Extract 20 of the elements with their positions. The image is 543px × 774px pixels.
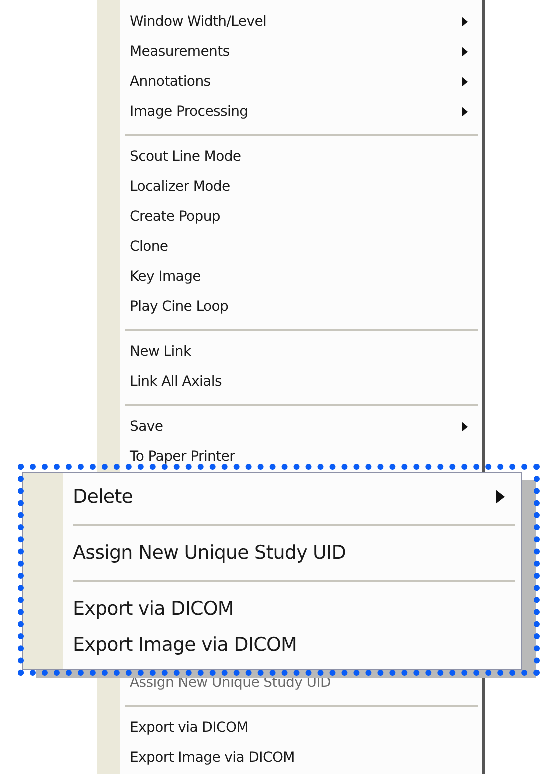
menu-item[interactable]: Scout Line Mode (97, 142, 482, 172)
menu-item[interactable]: Image Processing (97, 97, 482, 127)
menu-item[interactable]: Export Image via DICOM (97, 743, 482, 773)
menu-item[interactable]: Create Popup (97, 202, 482, 232)
menu-item[interactable]: Play Cine Loop (97, 292, 482, 322)
menu-item[interactable]: New Link (97, 337, 482, 367)
menu-item[interactable]: Link All Axials (97, 367, 482, 397)
menu-item[interactable]: Export via DICOM (23, 591, 521, 627)
menu-item[interactable]: Export via DICOM (97, 713, 482, 743)
menu-item[interactable]: Window Width/Level (97, 7, 482, 37)
menu-item[interactable]: Save (97, 412, 482, 442)
menu-item[interactable]: Key Image (97, 262, 482, 292)
menu-item[interactable]: Localizer Mode (97, 172, 482, 202)
menu-item[interactable]: Assign New Unique Study UID (23, 535, 521, 571)
menu-item[interactable]: Delete (23, 479, 521, 515)
menu-item[interactable]: Measurements (97, 37, 482, 67)
menu-item[interactable]: Clone (97, 232, 482, 262)
menu-item[interactable]: To Paper Printer (97, 442, 482, 472)
menu-item[interactable]: Export Image via DICOM (23, 627, 521, 663)
menu-item[interactable]: Annotations (97, 67, 482, 97)
